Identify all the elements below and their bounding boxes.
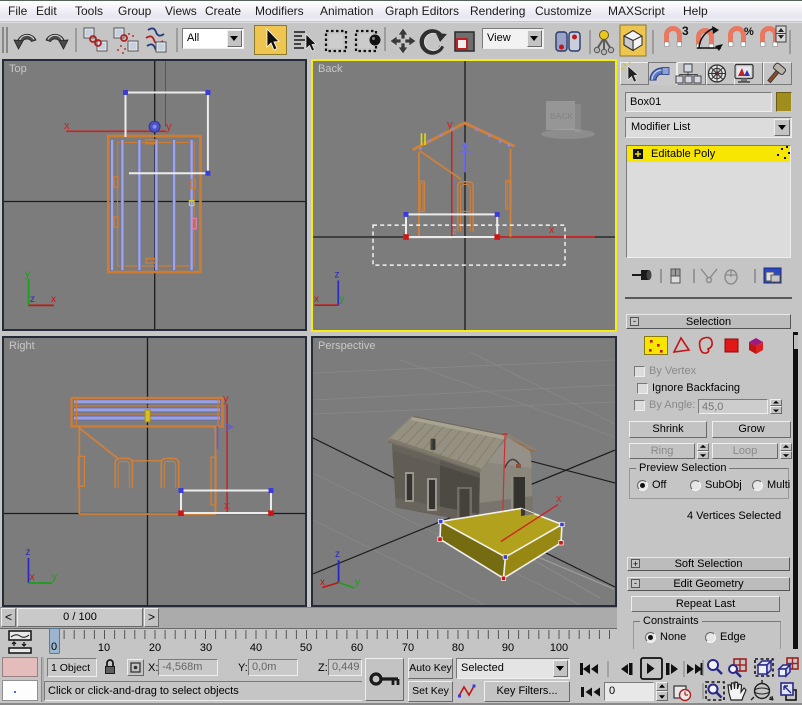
svg-text:y: y: [340, 294, 345, 305]
svg-text:y: y: [52, 572, 57, 583]
svg-text:z: z: [335, 549, 340, 560]
svg-text:z: z: [30, 294, 35, 305]
svg-text:%: %: [744, 26, 754, 38]
svg-text:y: y: [25, 269, 30, 280]
svg-text:100: 100: [550, 642, 568, 654]
svg-text:60: 60: [351, 642, 363, 654]
svg-text:z: z: [26, 547, 31, 558]
svg-text:3: 3: [682, 24, 689, 38]
svg-text:x: x: [224, 500, 230, 512]
svg-text:y: y: [166, 121, 172, 133]
svg-text:x: x: [314, 294, 319, 305]
svg-text:BACK: BACK: [550, 111, 573, 121]
svg-text:20: 20: [149, 642, 161, 654]
svg-text:z: z: [452, 226, 457, 236]
svg-text:x: x: [320, 577, 325, 588]
svg-text:80: 80: [452, 642, 464, 654]
svg-text:y: y: [355, 577, 360, 588]
svg-text:40: 40: [250, 642, 262, 654]
svg-text:x: x: [30, 572, 35, 583]
svg-text:70: 70: [402, 642, 414, 654]
svg-text:z: z: [335, 270, 340, 281]
svg-text:30: 30: [200, 642, 212, 654]
svg-text:90: 90: [502, 642, 514, 654]
svg-text:50: 50: [300, 642, 312, 654]
svg-text:y: y: [223, 393, 229, 405]
svg-text:10: 10: [98, 642, 110, 654]
svg-text:x: x: [556, 493, 562, 505]
svg-text:x: x: [64, 120, 70, 132]
svg-text:x: x: [51, 294, 56, 305]
